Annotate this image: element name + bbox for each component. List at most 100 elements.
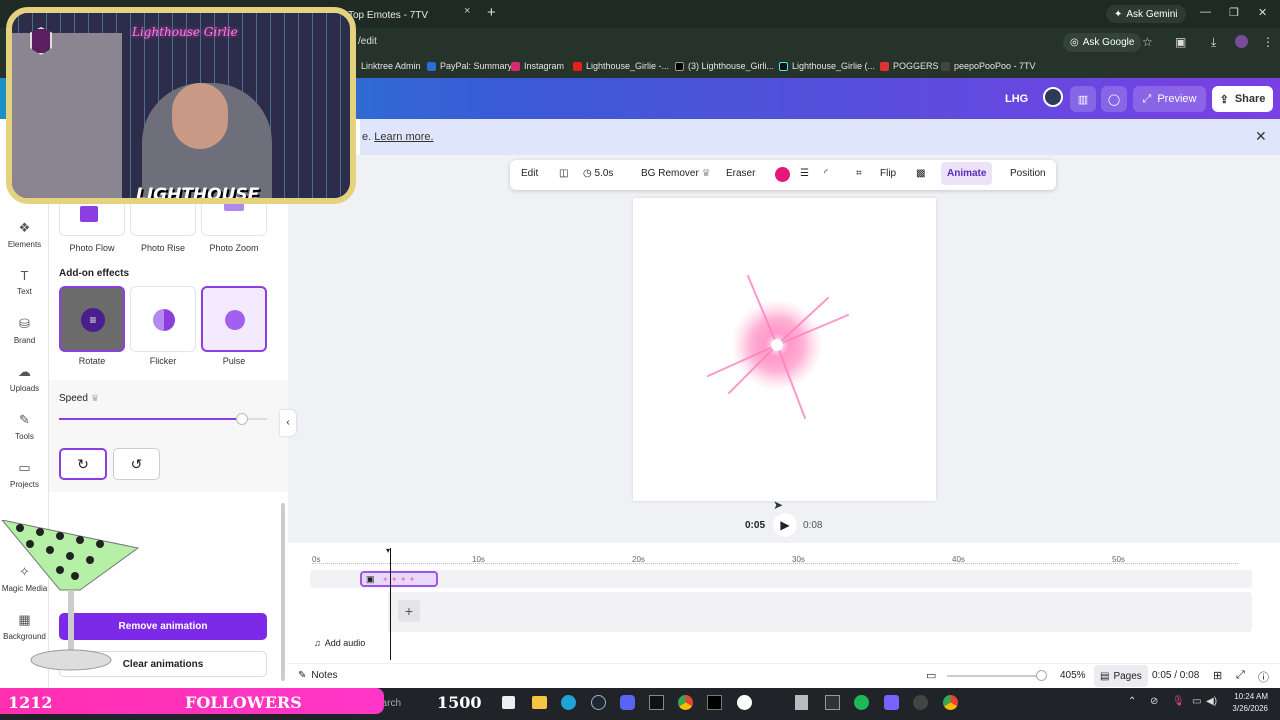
collapse-panel-button[interactable]: ‹ bbox=[280, 410, 296, 436]
pulse-card[interactable] bbox=[201, 286, 267, 352]
crop-icon[interactable]: ⌗ bbox=[856, 168, 862, 179]
page-thumbnail[interactable] bbox=[312, 592, 388, 632]
extension-icon[interactable]: ▣ bbox=[1175, 35, 1186, 49]
browser-tab[interactable]: Top Emotes - 7TV bbox=[340, 4, 478, 28]
calculator-icon[interactable] bbox=[795, 695, 808, 710]
image-icon: ▣ bbox=[366, 574, 375, 584]
bookmark-item[interactable]: Lighthouse_Girlie (... bbox=[779, 61, 875, 71]
pages-button[interactable]: ▤ Pages bbox=[1094, 665, 1148, 687]
corner-rounding-icon[interactable]: ◜ bbox=[824, 168, 828, 179]
bookmark-item[interactable]: PayPal: Summary bbox=[427, 61, 512, 71]
edit-button[interactable]: Edit bbox=[521, 168, 538, 179]
clockwise-button[interactable]: ↻ bbox=[59, 448, 107, 480]
video-track[interactable] bbox=[310, 570, 1252, 588]
timer-icon[interactable]: ▭ bbox=[926, 669, 936, 682]
zoom-level[interactable]: 405% bbox=[1060, 670, 1086, 681]
rotate-card[interactable]: ≡ bbox=[59, 286, 125, 352]
bookmark-item[interactable]: (3) Lighthouse_Girli... bbox=[675, 61, 774, 71]
tray-chevron-icon[interactable]: ⌃ bbox=[1128, 696, 1136, 707]
flip-image-icon[interactable]: ◫ bbox=[559, 168, 568, 179]
border-style-icon[interactable]: ☰ bbox=[800, 168, 809, 179]
zoom-knob[interactable] bbox=[1036, 670, 1047, 681]
notes-button[interactable]: ✎ Notes bbox=[298, 670, 338, 681]
user-avatar[interactable] bbox=[1043, 87, 1063, 107]
menu-icon[interactable]: ⋮ bbox=[1262, 35, 1274, 49]
duration-button[interactable]: ◷ 5.0s bbox=[583, 168, 613, 179]
play-button[interactable]: ▶ bbox=[773, 513, 797, 537]
team-name[interactable]: LHG bbox=[1005, 93, 1028, 105]
timeline-clip[interactable]: ▣ ✦ ✦ ✦ ✦ bbox=[360, 571, 438, 587]
add-audio-button[interactable]: ♫ Add audio bbox=[314, 638, 365, 648]
rail-brand[interactable]: ⛁ Brand bbox=[0, 316, 49, 345]
rail-tools[interactable]: ✎ Tools bbox=[0, 412, 49, 441]
position-button[interactable]: Position bbox=[1010, 168, 1046, 179]
edge-icon[interactable] bbox=[561, 695, 576, 710]
steam-icon[interactable] bbox=[591, 695, 606, 710]
restore-icon[interactable]: ❐ bbox=[1229, 6, 1239, 19]
playhead[interactable] bbox=[390, 548, 391, 660]
rail-text[interactable]: T Text bbox=[0, 268, 49, 296]
bookmark-item[interactable]: Linktree Admin bbox=[361, 61, 421, 71]
bookmark-label: POGGERS bbox=[893, 61, 939, 71]
playhead-handle[interactable]: ▾ bbox=[386, 546, 390, 555]
minimize-icon[interactable]: — bbox=[1200, 6, 1211, 18]
close-banner-icon[interactable]: ✕ bbox=[1255, 128, 1267, 145]
clock-date[interactable]: 3/26/2026 bbox=[1226, 704, 1268, 713]
bookmark-item[interactable]: Lighthouse_Girlie -... bbox=[573, 61, 669, 71]
task-view-icon[interactable] bbox=[502, 696, 515, 709]
fullscreen-icon[interactable]: ⤢ bbox=[1236, 669, 1245, 682]
counterclockwise-button[interactable]: ↺ bbox=[113, 448, 160, 480]
speed-slider-knob[interactable] bbox=[236, 413, 249, 425]
help-icon[interactable]: ⓘ bbox=[1258, 669, 1269, 685]
learn-more-link[interactable]: Learn more. bbox=[374, 131, 433, 143]
close-window-icon[interactable]: ✕ bbox=[1258, 6, 1267, 19]
ask-google-button[interactable]: ◎ Ask Google bbox=[1063, 33, 1142, 52]
tiktok-icon bbox=[779, 61, 788, 71]
rail-projects[interactable]: ▭ Projects bbox=[0, 460, 49, 489]
bg-remover-button[interactable]: BG Remover ♛ bbox=[641, 168, 711, 179]
new-tab-button[interactable]: + bbox=[487, 4, 496, 21]
epic-games-icon[interactable] bbox=[649, 695, 664, 710]
bookmark-item[interactable]: peepoPooPoo - 7TV bbox=[941, 61, 1036, 71]
grid-view-icon[interactable]: ⊞ bbox=[1213, 669, 1222, 682]
add-page-button[interactable]: + bbox=[398, 600, 420, 622]
chrome-active-icon[interactable] bbox=[943, 695, 958, 710]
rail-uploads[interactable]: ☁ Uploads bbox=[0, 364, 49, 393]
tab-close-icon[interactable]: × bbox=[464, 5, 470, 17]
flicker-card[interactable] bbox=[130, 286, 196, 352]
rail-elements[interactable]: ❖ Elements bbox=[0, 220, 49, 249]
insights-icon[interactable]: ▥ bbox=[1070, 86, 1096, 112]
affinity-icon[interactable] bbox=[707, 695, 722, 710]
app-icon[interactable] bbox=[884, 695, 899, 710]
comment-icon[interactable]: ◯ bbox=[1101, 86, 1127, 112]
volume-icon[interactable]: ◀) bbox=[1206, 696, 1217, 707]
preview-button[interactable]: ⤢ Preview bbox=[1133, 86, 1206, 112]
discord-icon[interactable] bbox=[620, 695, 635, 710]
panel-scrollbar[interactable] bbox=[281, 503, 285, 681]
share-button[interactable]: ⇪ Share bbox=[1212, 86, 1273, 112]
mic-icon[interactable]: 🎙 bbox=[1172, 696, 1185, 707]
animate-button[interactable]: Animate bbox=[941, 162, 993, 185]
color-swatch[interactable] bbox=[775, 167, 790, 182]
bookmark-item[interactable]: POGGERS bbox=[880, 61, 939, 71]
bookmark-item[interactable]: Instagram bbox=[511, 61, 564, 71]
clock-time[interactable]: 10:24 AM bbox=[1228, 692, 1268, 701]
design-canvas[interactable] bbox=[633, 198, 936, 501]
network-icon[interactable]: ⊘ bbox=[1150, 696, 1158, 707]
download-icon[interactable]: ⤓ bbox=[1211, 35, 1216, 50]
capcut-icon[interactable] bbox=[825, 695, 840, 710]
spotify-icon[interactable] bbox=[854, 695, 869, 710]
display-icon[interactable]: ▭ bbox=[1192, 696, 1201, 707]
zoom-slider[interactable] bbox=[947, 675, 1042, 677]
chrome-icon[interactable] bbox=[678, 695, 693, 710]
eraser-button[interactable]: Eraser bbox=[726, 168, 755, 179]
transparency-icon[interactable]: ▩ bbox=[916, 168, 925, 179]
flip-button[interactable]: Flip bbox=[880, 168, 896, 179]
bookmark-star-icon[interactable]: ☆ bbox=[1142, 35, 1153, 49]
file-explorer-icon[interactable] bbox=[532, 696, 547, 709]
app-icon[interactable] bbox=[913, 695, 928, 710]
url-text[interactable]: /edit bbox=[358, 36, 377, 47]
profile-avatar[interactable] bbox=[1235, 35, 1248, 48]
ask-gemini-button[interactable]: ✦ Ask Gemini bbox=[1106, 5, 1186, 23]
obs-icon[interactable] bbox=[737, 695, 752, 710]
